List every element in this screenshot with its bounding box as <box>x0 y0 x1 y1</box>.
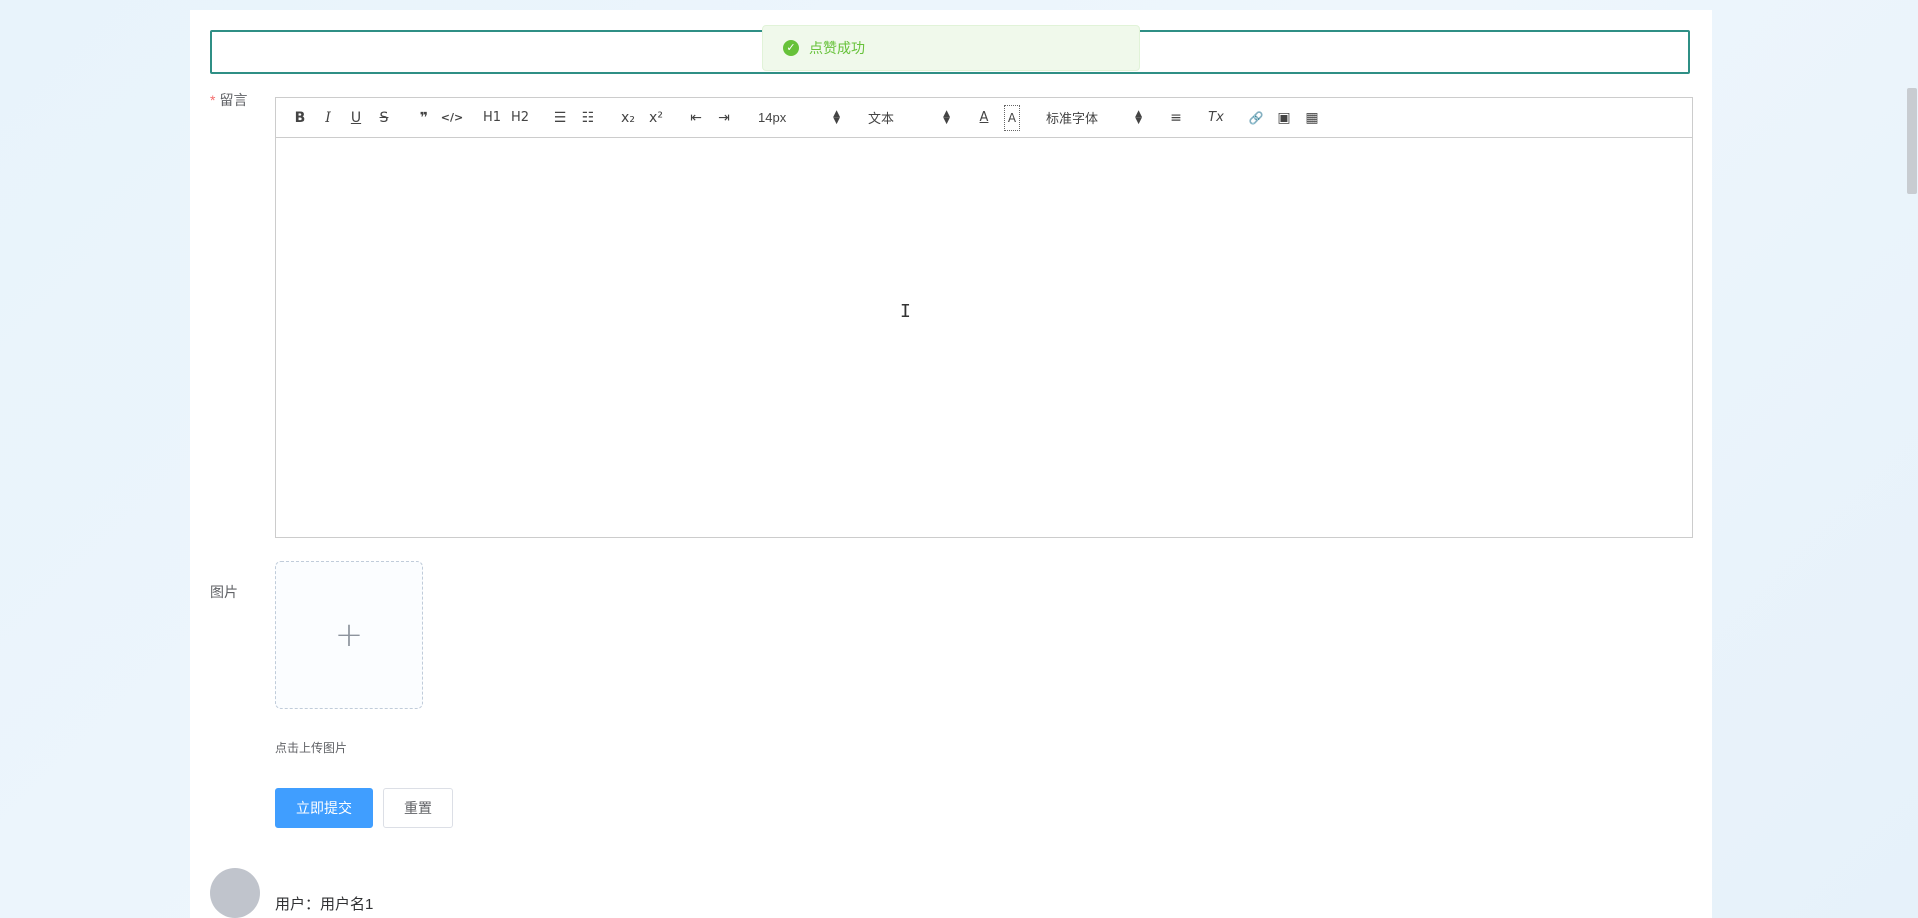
reset-button[interactable]: 重置 <box>383 788 453 828</box>
image-label: 图片 <box>210 584 238 600</box>
page-scrollbar[interactable] <box>1905 0 1918 918</box>
video-button[interactable]: ▦ <box>1298 106 1326 130</box>
superscript-button[interactable]: x² <box>642 106 670 130</box>
image-upload-button[interactable]: + <box>275 561 423 709</box>
message-label-text: 留言 <box>219 92 248 108</box>
text-cursor-icon: I <box>900 301 911 322</box>
italic-button[interactable]: I <box>314 106 342 130</box>
editor-content-area[interactable]: I <box>276 138 1692 537</box>
subscript-button[interactable]: x₂ <box>614 106 642 130</box>
font-color-button[interactable]: A <box>970 106 998 130</box>
avatar <box>210 868 260 918</box>
submit-button[interactable]: 立即提交 <box>275 788 373 828</box>
blockquote-button[interactable]: ❞ <box>410 106 438 130</box>
header-select[interactable]: 文本 ▲ ▼ <box>860 106 958 130</box>
font-family-select[interactable]: 标准字体 ▲ ▼ <box>1038 106 1150 130</box>
upload-tip: 点击上传图片 <box>275 741 348 755</box>
scrollbar-thumb[interactable] <box>1907 88 1917 194</box>
underline-button[interactable]: U <box>342 106 370 130</box>
code-block-button[interactable]: </> <box>438 106 466 130</box>
font-family-value: 标准字体 <box>1046 111 1099 126</box>
font-size-value: 14px <box>758 110 787 125</box>
check-circle-icon: ✓ <box>783 40 799 56</box>
main-card: ✓ 点赞成功 * 留言 B I U S ❞ </> H1 H2 ☰ ☷ x₂ x²… <box>190 10 1712 918</box>
bullet-list-button[interactable]: ☷ <box>574 106 602 130</box>
plus-icon: + <box>334 615 364 655</box>
indent-button[interactable]: ⇥ <box>710 106 738 130</box>
ordered-list-button[interactable]: ☰ <box>546 106 574 130</box>
font-size-select[interactable]: 14px ▲ ▼ <box>750 106 848 130</box>
bold-button[interactable]: B <box>286 106 314 130</box>
image-button[interactable]: ▣ <box>1270 106 1298 130</box>
header2-button[interactable]: H2 <box>506 106 534 130</box>
select-arrows-icon: ▲ ▼ <box>1135 108 1142 126</box>
background-color-button[interactable]: A <box>1004 104 1020 131</box>
clean-format-button[interactable]: Tx <box>1202 106 1230 130</box>
link-button[interactable]: 🔗 <box>1242 106 1270 130</box>
comment-username: 用户：用户名1 <box>275 896 374 913</box>
header1-button[interactable]: H1 <box>478 106 506 130</box>
align-button[interactable]: ≡ <box>1162 106 1190 130</box>
strike-button[interactable]: S <box>370 106 398 130</box>
toast-message: 点赞成功 <box>809 40 865 56</box>
select-arrows-icon: ▲ ▼ <box>943 108 950 126</box>
select-arrows-icon: ▲ ▼ <box>833 108 840 126</box>
editor-toolbar: B I U S ❞ </> H1 H2 ☰ ☷ x₂ x² ⇤ ⇥ 14px ▲… <box>276 98 1692 138</box>
message-label: * 留言 <box>210 90 247 110</box>
outdent-button[interactable]: ⇤ <box>682 106 710 130</box>
header-select-value: 文本 <box>868 111 895 126</box>
success-toast: ✓ 点赞成功 <box>762 25 1140 71</box>
rich-text-editor: B I U S ❞ </> H1 H2 ☰ ☷ x₂ x² ⇤ ⇥ 14px ▲… <box>275 97 1693 538</box>
required-mark: * <box>210 92 216 108</box>
